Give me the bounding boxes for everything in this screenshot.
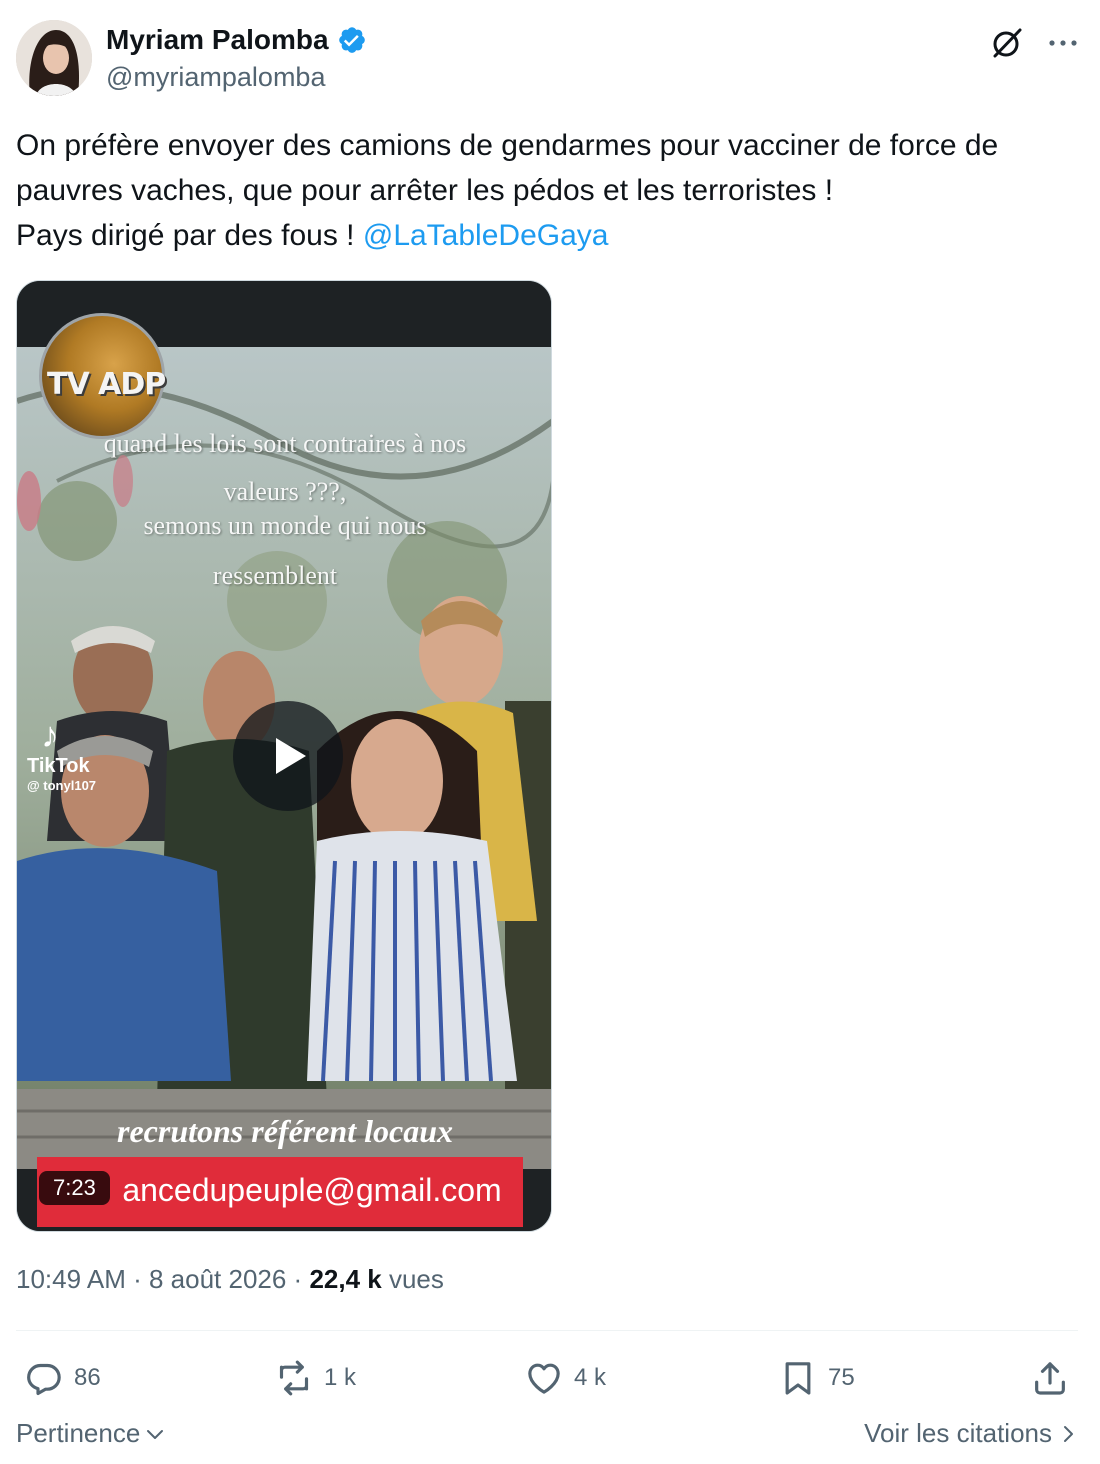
repost-icon: [279, 1360, 309, 1396]
reply-icon: [27, 1363, 61, 1396]
video-email-banner: ancedupeuple@gmail.com: [37, 1157, 523, 1227]
video-caption-line-1: quand les lois sont contraires à nos: [103, 429, 467, 458]
view-quotes-label: Voir les citations: [864, 1418, 1052, 1448]
tiktok-label: TikTok: [27, 755, 90, 777]
meta-separator: ·: [286, 1264, 310, 1294]
video-player[interactable]: TV ADP quand les lois sont contraires à …: [16, 280, 552, 1232]
sort-label: Pertinence: [16, 1418, 141, 1448]
verified-badge-icon: [337, 25, 367, 55]
tweet-header: Myriam Palomba @myriampalomba: [16, 20, 1080, 100]
tiktok-watermark: ♪ TikTok @ tonyl107: [27, 714, 97, 794]
repost-button[interactable]: 1 k: [274, 1350, 356, 1406]
tvadp-logo-text: TV ADP: [47, 367, 166, 402]
bookmark-icon: [785, 1362, 811, 1395]
mention-link[interactable]: @LaTableDeGaya: [363, 219, 609, 252]
views-label: vues: [381, 1264, 444, 1294]
chevron-down-icon: [147, 1429, 164, 1439]
like-count: 4 k: [574, 1364, 607, 1391]
video-caption-line-2: valeurs ???,: [223, 477, 347, 506]
tweet-text: On préfère envoyer des camions de gendar…: [16, 123, 1086, 258]
grok-icon[interactable]: [990, 26, 1024, 60]
tweet-text-line-3: Pays dirigé par des fous ! @LaTableDeGay…: [16, 213, 1086, 258]
tweet-text-line-2: pauvres vaches, que pour arrêter les péd…: [16, 174, 834, 207]
tiktok-user: @ tonyl107: [27, 778, 97, 793]
replies-footer: Pertinence Voir les citations: [16, 1416, 1078, 1456]
repost-count: 1 k: [324, 1364, 357, 1391]
avatar[interactable]: [16, 20, 92, 96]
tweet-text-line-1: On préfère envoyer des camions de gendar…: [16, 129, 999, 162]
video-email-text: ancedupeuple@gmail.com: [122, 1172, 502, 1208]
play-icon: [276, 738, 306, 774]
views-count: 22,4 k: [309, 1264, 382, 1294]
video-recruit-text: recrutons référent locaux: [117, 1113, 453, 1149]
tiktok-icon: ♪: [41, 714, 59, 755]
action-bar: 86 1 k 4 k 75: [16, 1350, 1078, 1406]
share-icon: [1035, 1362, 1065, 1395]
reply-count: 86: [74, 1364, 101, 1391]
share-button[interactable]: [1030, 1350, 1070, 1406]
meta-separator: ·: [125, 1264, 149, 1294]
play-button[interactable]: [233, 701, 343, 811]
bookmark-count: 75: [828, 1364, 855, 1391]
video-caption-line-4: ressemblent: [212, 561, 338, 590]
tweet-date[interactable]: 8 août 2026: [149, 1264, 286, 1294]
more-options-icon[interactable]: [1046, 26, 1080, 60]
author-handle[interactable]: @myriampalomba: [106, 62, 325, 93]
tweet-time[interactable]: 10:49 AM: [16, 1264, 126, 1294]
bookmark-button[interactable]: 75: [778, 1350, 855, 1406]
heart-icon: [528, 1363, 560, 1394]
chevron-right-icon: [1064, 1425, 1073, 1442]
like-button[interactable]: 4 k: [524, 1350, 606, 1406]
tweet-meta: 10:49 AM · 8 août 2026 · 22,4 k vues: [16, 1264, 444, 1295]
video-duration-badge: 7:23: [39, 1171, 110, 1205]
video-caption-line-3: semons un monde qui nous: [143, 511, 427, 540]
author-display-name[interactable]: Myriam Palomba: [106, 24, 329, 56]
view-quotes-link[interactable]: Voir les citations: [864, 1418, 1078, 1449]
tweet-text-line-3-text: Pays dirigé par des fous !: [16, 219, 363, 252]
divider: [16, 1330, 1078, 1331]
reply-button[interactable]: 86: [24, 1350, 101, 1406]
sort-dropdown[interactable]: Pertinence: [16, 1418, 166, 1449]
